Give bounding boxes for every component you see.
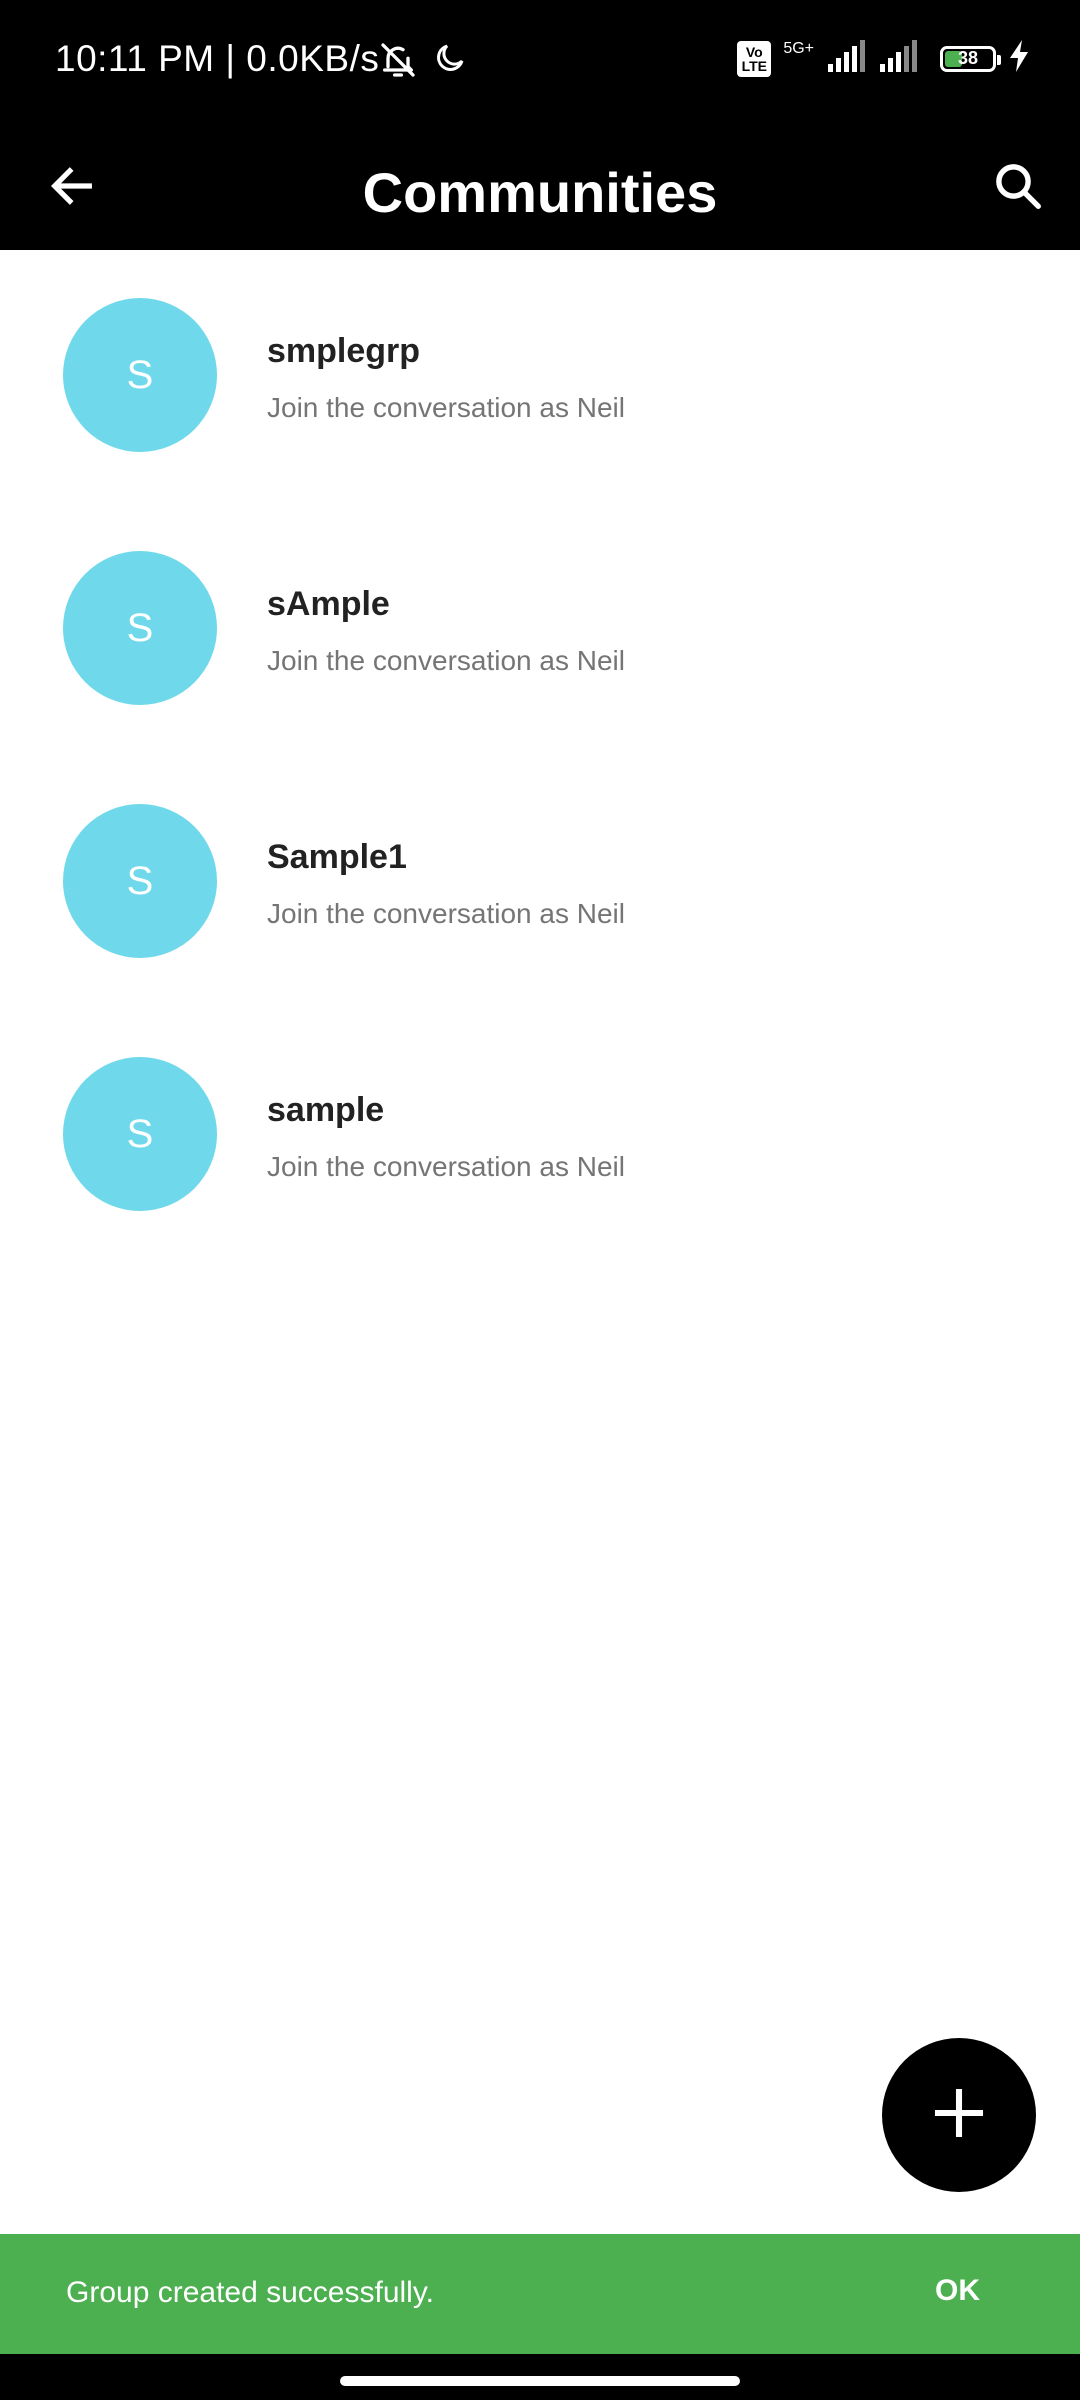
signal-icon [878, 40, 928, 77]
avatar: S [63, 804, 217, 958]
avatar: S [63, 1057, 217, 1211]
community-subtitle: Join the conversation as Neil [267, 645, 625, 676]
create-community-button[interactable] [882, 2038, 1036, 2192]
battery-icon: 38 [940, 45, 1001, 72]
status-time: 10:11 PM | 0.0KB/s [55, 38, 380, 79]
list-item[interactable]: S smplegrp Join the conversation as Neil [0, 250, 1080, 503]
community-subtitle: Join the conversation as Neil [267, 1151, 625, 1182]
search-button[interactable] [986, 156, 1050, 220]
community-name: sample [267, 1091, 385, 1129]
battery-level: 38 [957, 48, 979, 68]
community-list: S smplegrp Join the conversation as Neil… [0, 250, 1080, 1262]
signal-icon [826, 40, 866, 77]
snackbar: Group created successfully. OK [0, 2234, 1080, 2354]
snackbar-message: Group created successfully. [66, 2276, 434, 2309]
navigation-bar [0, 2354, 1080, 2400]
avatar: S [63, 551, 217, 705]
community-name: Sample1 [267, 838, 407, 876]
community-name: smplegrp [267, 332, 421, 370]
home-indicator[interactable] [340, 2376, 740, 2386]
community-subtitle: Join the conversation as Neil [267, 392, 625, 423]
snackbar-ok-button[interactable]: OK [935, 2274, 980, 2308]
moon-icon [432, 40, 468, 85]
screen: 10:11 PM | 0.0KB/s Vo LTE 5G+ 38 Communi… [0, 0, 1080, 2400]
status-icons-left [378, 40, 468, 85]
list-item[interactable]: S sAmple Join the conversation as Neil [0, 503, 1080, 756]
status-bar: 10:11 PM | 0.0KB/s Vo LTE 5G+ 38 [0, 0, 1080, 126]
avatar: S [63, 298, 217, 452]
list-item[interactable]: S Sample1 Join the conversation as Neil [0, 756, 1080, 1009]
list-item[interactable]: S sample Join the conversation as Neil [0, 1009, 1080, 1262]
page-title: Communities [362, 161, 718, 224]
status-icons-right: Vo LTE 5G+ 38 [737, 40, 1030, 77]
volte-badge: Vo LTE [737, 40, 772, 77]
network-type: 5G+ [783, 39, 814, 57]
community-name: sAmple [267, 585, 390, 623]
battery-cap [997, 54, 1001, 65]
charging-icon [1008, 40, 1030, 77]
mute-bell-icon [378, 40, 418, 85]
app-bar: Communities [0, 126, 1080, 250]
search-icon [991, 159, 1045, 218]
plus-icon [931, 2085, 987, 2146]
community-subtitle: Join the conversation as Neil [267, 898, 625, 929]
